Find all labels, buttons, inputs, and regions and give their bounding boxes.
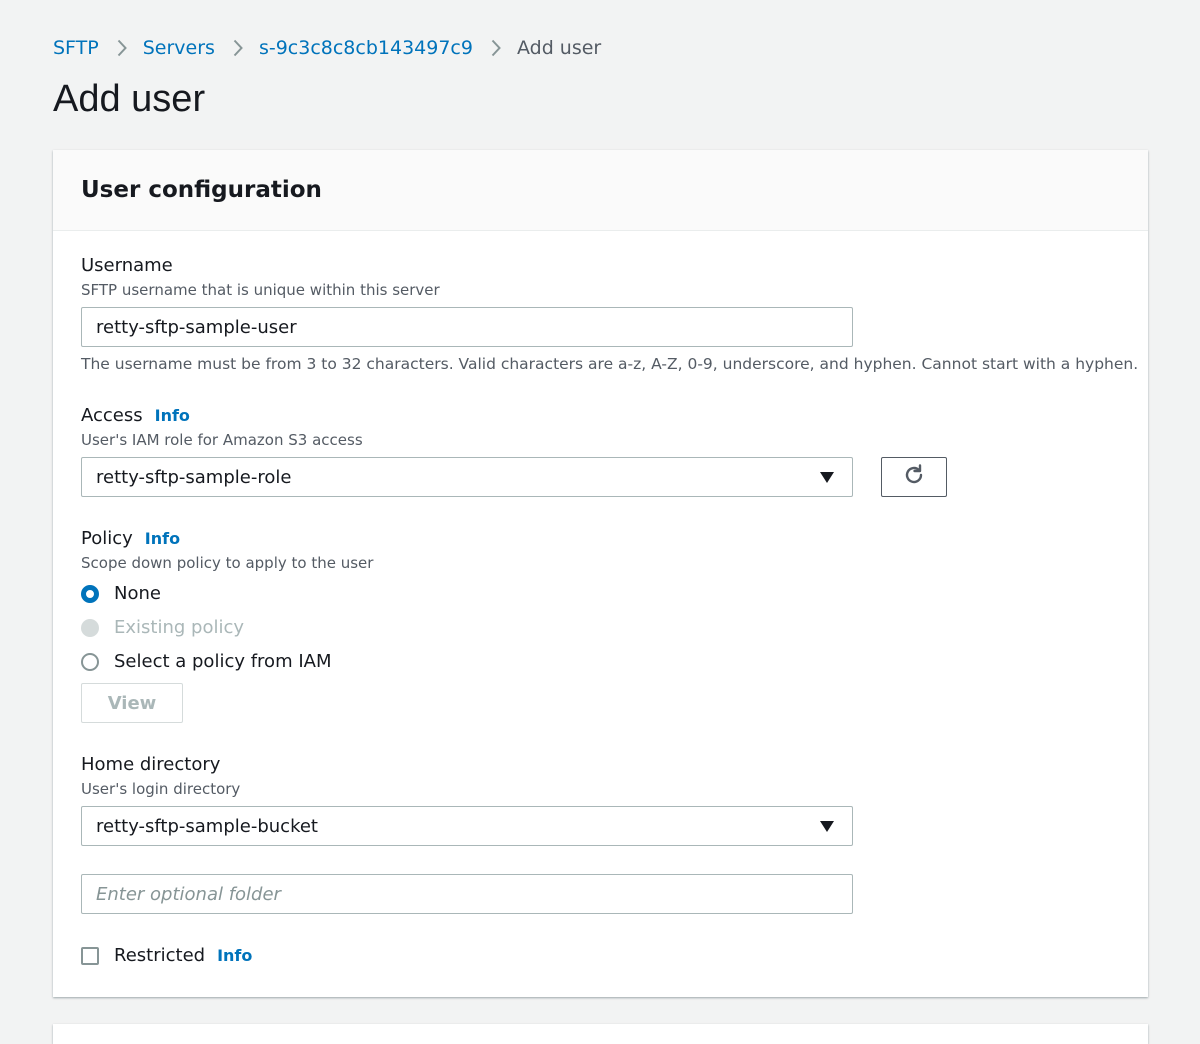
breadcrumb-servers[interactable]: Servers — [143, 37, 215, 59]
access-role-value: retty-sftp-sample-role — [96, 466, 292, 488]
restricted-info-link[interactable]: Info — [217, 946, 252, 965]
home-directory-description: User's login directory — [81, 780, 241, 798]
access-label-row: Access Info — [81, 405, 190, 426]
username-hint: The username must be from 3 to 32 charac… — [81, 355, 1139, 373]
breadcrumb-server-id[interactable]: s-9c3c8c8cb143497c9 — [259, 37, 473, 59]
policy-option-existing: Existing policy — [81, 617, 244, 638]
breadcrumb-current: Add user — [516, 37, 602, 59]
home-bucket-value: retty-sftp-sample-bucket — [96, 815, 318, 837]
caret-down-icon — [820, 471, 834, 483]
breadcrumb-sftp[interactable]: SFTP — [53, 37, 99, 59]
policy-option-label: Existing policy — [114, 617, 245, 638]
policy-info-link[interactable]: Info — [145, 529, 180, 548]
chevron-right-icon — [491, 39, 501, 57]
view-policy-button: View — [81, 683, 183, 723]
policy-option-label: Select a policy from IAM — [114, 651, 332, 672]
chevron-right-icon — [117, 39, 127, 57]
caret-down-icon — [820, 820, 834, 832]
restricted-label: Restricted — [114, 945, 206, 966]
chevron-right-icon — [233, 39, 243, 57]
radio-disabled-icon — [81, 618, 99, 637]
refresh-icon — [902, 463, 926, 491]
username-description: SFTP username that is unique within this… — [81, 281, 440, 299]
home-bucket-select[interactable]: retty-sftp-sample-bucket — [81, 806, 853, 846]
policy-label: Policy — [81, 528, 133, 549]
optional-folder-input[interactable] — [81, 874, 853, 914]
next-section-card — [53, 1024, 1148, 1044]
access-label: Access — [81, 405, 143, 426]
policy-option-label: None — [114, 583, 161, 604]
breadcrumb: SFTP Servers s-9c3c8c8cb143497c9 Add use… — [53, 34, 601, 62]
home-directory-label: Home directory — [81, 754, 221, 775]
access-description: User's IAM role for Amazon S3 access — [81, 431, 363, 449]
policy-label-row: Policy Info — [81, 528, 180, 549]
username-input[interactable] — [81, 307, 853, 347]
restricted-checkbox[interactable] — [81, 947, 99, 965]
page-title: Add user — [53, 78, 206, 120]
card-header: User configuration — [53, 150, 1148, 231]
access-info-link[interactable]: Info — [155, 406, 190, 425]
policy-option-none[interactable]: None — [81, 583, 161, 604]
card-title: User configuration — [81, 177, 322, 203]
username-label: Username — [81, 255, 173, 276]
policy-description: Scope down policy to apply to the user — [81, 554, 374, 572]
restricted-label-row: Restricted Info — [114, 945, 252, 966]
radio-unchecked-icon — [81, 652, 99, 671]
policy-option-iam[interactable]: Select a policy from IAM — [81, 651, 331, 672]
user-configuration-card: User configuration Username SFTP usernam… — [53, 150, 1148, 997]
radio-checked-icon — [81, 584, 99, 603]
access-role-select[interactable]: retty-sftp-sample-role — [81, 457, 853, 497]
refresh-roles-button[interactable] — [881, 457, 947, 497]
